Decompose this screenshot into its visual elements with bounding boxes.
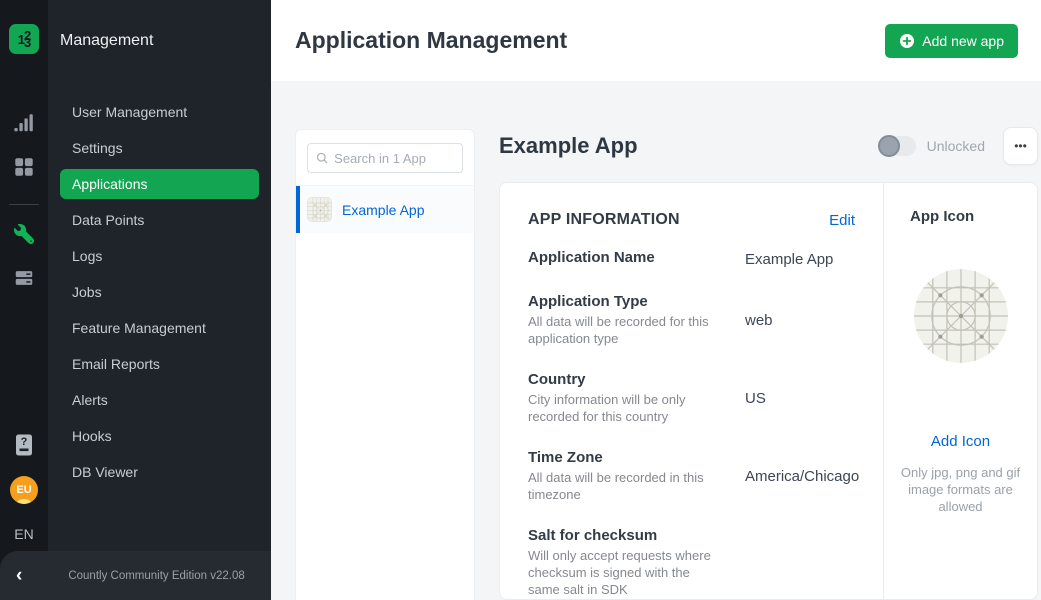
apps-list-panel: Example App [295, 129, 475, 600]
info-row-application-type: Application Type All data will be recorde… [528, 293, 855, 347]
add-new-app-label: Add new app [922, 33, 1004, 49]
management-sidebar: Management User Management Settings Applic… [48, 0, 271, 600]
apps-list: Example App [296, 185, 474, 233]
icon-rail: 123 [0, 0, 48, 600]
add-icon-link[interactable]: Add Icon [931, 433, 990, 450]
icon-format-hint: Only jpg, png and gif image formats are … [895, 464, 1027, 515]
management-nav: User Management Settings Applications Data … [48, 94, 271, 490]
sidebar-item-email-reports[interactable]: Email Reports [60, 349, 259, 379]
version-text: Countly Community Edition v22.08 [68, 570, 244, 582]
lock-toggle[interactable] [879, 136, 916, 156]
info-description: City information will be only recorded f… [528, 391, 725, 425]
sidebar-item-feature-management[interactable]: Feature Management [60, 313, 259, 343]
logo-digit-3: 3 [24, 39, 30, 46]
app-detail-header: Example App Unlocked ••• [499, 129, 1038, 163]
app-search-box [307, 143, 463, 173]
sidebar-item-alerts[interactable]: Alerts [60, 385, 259, 415]
sidebar-item-logs[interactable]: Logs [60, 241, 259, 271]
more-options-button[interactable]: ••• [1003, 127, 1038, 165]
sidebar-item-hooks[interactable]: Hooks [60, 421, 259, 451]
sidebar-title: Management [48, 32, 271, 50]
info-description: All data will be recorded in this timezo… [528, 469, 725, 503]
info-description: All data will be recorded for this appli… [528, 313, 725, 347]
edit-link[interactable]: Edit [829, 212, 855, 229]
sidebar-item-settings[interactable]: Settings [60, 133, 259, 163]
app-search-input[interactable] [334, 151, 454, 166]
info-label: Time Zone [528, 449, 725, 466]
add-new-app-button[interactable]: Add new app [885, 24, 1018, 58]
sidebar-item-applications[interactable]: Applications [60, 169, 259, 199]
app-information-card: APP INFORMATION Edit Application Name Exa… [499, 182, 1038, 600]
management-wrench-icon[interactable] [10, 221, 38, 247]
info-row-salt-for-checksum: Salt for checksum Will only accept reques… [528, 527, 855, 598]
info-description: Will only accept requests where checksum… [528, 547, 725, 598]
countly-logo-icon[interactable]: 123 [9, 24, 39, 54]
info-value: US [745, 390, 766, 407]
info-row-time-zone: Time Zone All data will be recorded in th… [528, 449, 855, 503]
app-icon-panel: App Icon Add Icon Only jpg, png and gif … [883, 183, 1037, 599]
page-header: Application Management Add new app [271, 0, 1041, 81]
collapse-sidebar-button[interactable]: ‹ [16, 566, 22, 585]
rail-divider [9, 204, 39, 205]
app-information-rows: Application Name Example App Application T… [528, 249, 855, 598]
language-selector[interactable]: EN [14, 526, 33, 542]
main-area: Application Management Add new app [271, 0, 1041, 600]
info-value: America/Chicago [745, 468, 859, 485]
sidebar-item-data-points[interactable]: Data Points [60, 205, 259, 235]
sidebar-item-db-viewer[interactable]: DB Viewer [60, 457, 259, 487]
app-list-item[interactable]: Example App [296, 185, 474, 233]
help-icon[interactable]: ? [10, 432, 38, 458]
app-name: Example App [342, 202, 425, 218]
page-title: Application Management [295, 27, 567, 54]
sidebar-item-user-management[interactable]: User Management [60, 97, 259, 127]
dashboards-icon[interactable] [10, 154, 38, 180]
sidebar-item-jobs[interactable]: Jobs [60, 277, 259, 307]
info-value: Example App [745, 251, 833, 268]
app-mini-icon [307, 197, 332, 222]
plus-circle-icon [899, 33, 915, 49]
info-label: Salt for checksum [528, 527, 725, 544]
data-manager-icon[interactable] [10, 265, 38, 291]
toggle-knob [878, 135, 900, 157]
info-row-country: Country City information will be only rec… [528, 371, 855, 425]
card-title: APP INFORMATION [528, 211, 680, 229]
app-detail-section: Example App Unlocked ••• APP INFORMATION… [499, 129, 1038, 600]
svg-text:?: ? [21, 436, 28, 448]
app-title: Example App [499, 133, 879, 159]
app-information-section: APP INFORMATION Edit Application Name Exa… [500, 183, 883, 599]
info-label: Country [528, 371, 725, 388]
app-icon-title: App Icon [896, 208, 974, 225]
lock-state-label: Unlocked [927, 138, 985, 154]
content-area: Example App Example App Unlocked ••• APP… [271, 81, 1041, 600]
search-icon [316, 151, 328, 165]
info-label: Application Name [528, 249, 725, 266]
countly-management-screen: 123 [0, 0, 1041, 600]
chevron-left-icon: ‹ [16, 565, 22, 586]
avatar-initials: EU [16, 484, 31, 496]
ellipsis-icon: ••• [1014, 139, 1027, 153]
app-icon-placeholder [914, 269, 1008, 363]
info-value: web [745, 312, 773, 329]
sidebar-footer: ‹ Countly Community Edition v22.08 [0, 551, 271, 600]
info-label: Application Type [528, 293, 725, 310]
analytics-icon[interactable] [10, 110, 38, 136]
info-row-application-name: Application Name Example App [528, 249, 855, 269]
user-avatar[interactable]: EU [10, 476, 38, 504]
